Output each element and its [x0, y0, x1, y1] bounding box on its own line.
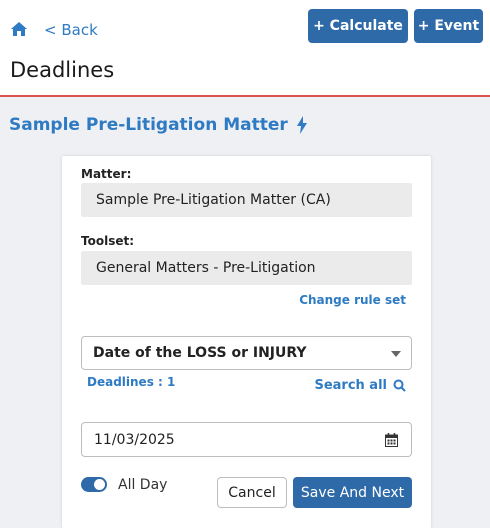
- toolset-field: General Matters - Pre-Litigation: [81, 251, 412, 285]
- matter-field: Sample Pre-Litigation Matter (CA): [81, 183, 412, 217]
- calculate-button[interactable]: + Calculate: [308, 9, 408, 43]
- matter-title-link[interactable]: Sample Pre-Litigation Matter: [9, 115, 308, 135]
- deadline-form-card: Matter: Sample Pre-Litigation Matter (CA…: [62, 156, 431, 528]
- save-and-next-button[interactable]: Save And Next: [293, 477, 412, 508]
- page-title: Deadlines: [10, 58, 115, 82]
- trigger-date-input[interactable]: 11/03/2025: [81, 422, 412, 457]
- matter-label: Matter:: [81, 167, 132, 181]
- home-icon[interactable]: [10, 21, 28, 37]
- cancel-button[interactable]: Cancel: [217, 477, 287, 508]
- chevron-down-icon: [391, 351, 401, 357]
- search-icon: [393, 379, 406, 392]
- toolset-label: Toolset:: [81, 234, 135, 248]
- search-all-link[interactable]: Search all: [314, 378, 406, 393]
- matter-title-text: Sample Pre-Litigation Matter: [9, 115, 288, 135]
- trigger-select[interactable]: Date of the LOSS or INJURY: [81, 336, 412, 370]
- add-event-button[interactable]: + Event: [414, 9, 483, 43]
- search-all-label: Search all: [314, 378, 387, 393]
- trigger-select-value: Date of the LOSS or INJURY: [93, 345, 307, 361]
- deadlines-count-link[interactable]: Deadlines : 1: [87, 375, 175, 389]
- all-day-label: All Day: [118, 477, 168, 493]
- lightning-bolt-icon: [296, 116, 307, 134]
- top-bar: < Back + Calculate + Event Deadlines: [0, 0, 490, 97]
- all-day-toggle[interactable]: [81, 477, 107, 492]
- change-rule-set-link[interactable]: Change rule set: [299, 293, 406, 307]
- trigger-date-value: 11/03/2025: [94, 431, 175, 448]
- calendar-icon[interactable]: [385, 433, 398, 447]
- toggle-knob: [94, 479, 105, 490]
- back-link[interactable]: < Back: [44, 21, 98, 39]
